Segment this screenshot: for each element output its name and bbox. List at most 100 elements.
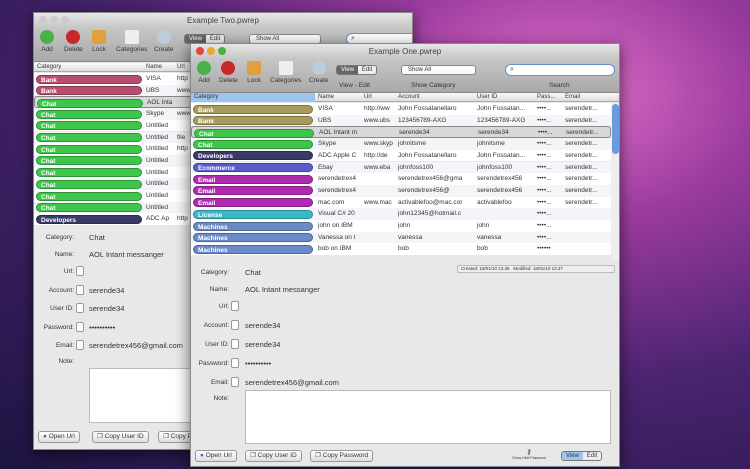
view-segment[interactable]: View: [185, 35, 206, 43]
table-row[interactable]: Chat Skype www.skyp johnitsme johnitsme ••••.…: [191, 138, 611, 150]
open-url-button[interactable]: ● Open Url: [38, 431, 80, 443]
view-segment[interactable]: View: [337, 66, 358, 74]
column-url[interactable]: Url: [364, 93, 372, 102]
table-row[interactable]: Email serendetrex4 serendetrex456@ serendet…: [191, 184, 611, 197]
zoom-button[interactable]: [218, 47, 226, 55]
field-value-account: serende34: [245, 321, 281, 330]
field-value-userid: serende34: [245, 340, 281, 349]
show-category-select[interactable]: Show All: [401, 65, 476, 75]
table-cell: ••••...: [537, 105, 552, 112]
table-scrollbar[interactable]: [611, 102, 619, 260]
field-label: Note:: [58, 357, 74, 365]
edit-segment[interactable]: Edit: [205, 35, 225, 43]
copy-field-icon[interactable]: [231, 301, 239, 311]
column-category[interactable]: Category: [37, 63, 61, 72]
search-input[interactable]: ⌕: [505, 64, 615, 76]
title-bar: Example Two.pwrep: [34, 13, 412, 28]
table-row[interactable]: Chat AOL Intant m serende34 serende34 ••••..…: [191, 126, 611, 139]
copy-field-icon[interactable]: [231, 377, 239, 387]
copy-field-icon[interactable]: [76, 303, 84, 313]
categories-button[interactable]: Categories: [116, 30, 147, 53]
table-cell: Untitled: [146, 203, 169, 211]
column-account[interactable]: Account: [398, 93, 420, 102]
table-cell: vanessa: [477, 233, 502, 241]
delete-button[interactable]: Delete: [219, 61, 238, 84]
categories-button[interactable]: Categories: [270, 61, 301, 84]
category-badge: Chat: [36, 109, 142, 119]
column-password[interactable]: Pass...: [537, 93, 555, 102]
note-field[interactable]: [89, 368, 199, 423]
lock-button[interactable]: Lock: [247, 61, 261, 84]
copy-field-icon[interactable]: [231, 339, 239, 349]
category-badge: Machines: [193, 233, 313, 243]
copy-field-icon[interactable]: [231, 358, 239, 368]
copy-field-icon[interactable]: [76, 340, 84, 350]
table-row[interactable]: Machines john on IBM john john ••••...: [191, 220, 611, 232]
copy-field-icon[interactable]: [76, 284, 84, 295]
copy-user-id-button[interactable]: ❐ Copy User ID: [245, 450, 302, 462]
column-user-id[interactable]: User ID: [477, 93, 497, 102]
table-cell: john: [398, 222, 411, 229]
table-cell: serendetrex456: [477, 186, 523, 194]
close-button[interactable]: [39, 16, 47, 24]
create-label: Create: [154, 46, 174, 53]
close-button[interactable]: [196, 47, 204, 55]
open-url-label: Open Url: [48, 433, 75, 440]
search-label: Search: [549, 82, 570, 89]
table-cell: Visual C# 20: [318, 210, 355, 218]
column-url[interactable]: Url: [177, 63, 185, 72]
table-cell: 123456789-AXG: [398, 116, 447, 124]
table-row[interactable]: Machines Vanessa on I vanessa vanessa ••••..…: [191, 231, 611, 244]
create-button[interactable]: Create: [309, 61, 329, 84]
table-row[interactable]: Email serendetrex4 serendetrex456@gma seren…: [191, 173, 611, 185]
view-edit-toggle[interactable]: View Edit: [336, 65, 378, 75]
edit-segment[interactable]: Edit: [582, 452, 602, 460]
table-cell: bob: [398, 245, 409, 253]
table-row[interactable]: Machines bob on IBM bob bob ••••••: [191, 243, 611, 256]
lock-icon: [92, 30, 106, 44]
field-label: Email:: [210, 379, 229, 386]
copy-field-icon[interactable]: [76, 321, 84, 332]
copy-password-button[interactable]: ❐ Copy Password: [310, 450, 374, 462]
table-cell: ••••...: [537, 163, 552, 171]
copy-pass-label: Copy P: [170, 433, 192, 440]
category-badge: Bank: [193, 104, 313, 114]
note-field[interactable]: [245, 390, 611, 444]
column-email[interactable]: Email: [565, 93, 580, 102]
copy-field-icon[interactable]: [231, 320, 239, 330]
column-name[interactable]: Name: [146, 63, 162, 72]
copy-user-id-button[interactable]: ❐ Copy User ID: [92, 431, 149, 443]
table-cell: john12345@hotmail.c: [398, 210, 461, 218]
minimize-button[interactable]: [50, 16, 58, 24]
copy-user-label: Copy User ID: [257, 452, 297, 459]
show-hide-password-button[interactable]: ⚷ Show-Hide Password: [509, 448, 549, 460]
column-category[interactable]: Category: [191, 93, 315, 102]
open-url-button[interactable]: ● Open Url: [195, 450, 237, 462]
category-badge: Chat: [36, 156, 142, 166]
open-url-label: Open Url: [205, 452, 232, 459]
table-row[interactable]: Email mac.com www.mac activablefoo@mac.cor a…: [191, 196, 611, 209]
lock-button[interactable]: Lock: [92, 30, 106, 53]
copy-field-icon[interactable]: [76, 266, 84, 276]
table-row[interactable]: Developers ADC Apple C http://de John Fossa…: [191, 149, 611, 162]
edit-segment[interactable]: Edit: [357, 66, 377, 74]
zoom-button[interactable]: [61, 16, 69, 24]
add-button[interactable]: Add: [40, 30, 54, 53]
modified-date: Modified: 18/01/10 13.37: [513, 266, 563, 271]
table-cell: Vanessa on I: [318, 233, 356, 241]
create-label: Create: [309, 77, 329, 84]
table-cell: Untitled: [146, 156, 169, 164]
add-button[interactable]: Add: [197, 61, 211, 84]
table-cell: ••••...: [537, 140, 552, 148]
view-edit-toggle-bottom[interactable]: View Edit: [561, 451, 603, 461]
table-row[interactable]: Ecommerce Ebay www.eba johnfoss100 johnfoss1…: [191, 161, 611, 174]
create-button[interactable]: Create: [154, 30, 174, 53]
column-name[interactable]: Name: [318, 93, 334, 102]
table-row[interactable]: License Visual C# 20 john12345@hotmail.c ••…: [191, 208, 611, 220]
table-row[interactable]: Bank UBS www.ubs 123456789-AXG 123456789-AXG…: [191, 114, 611, 127]
table-row[interactable]: Bank VISA http://ww John Fossatanellaro John…: [191, 103, 611, 115]
scrollbar-thumb[interactable]: [612, 104, 619, 154]
view-segment[interactable]: View: [562, 452, 583, 460]
minimize-button[interactable]: [207, 47, 215, 55]
delete-button[interactable]: Delete: [64, 30, 83, 53]
